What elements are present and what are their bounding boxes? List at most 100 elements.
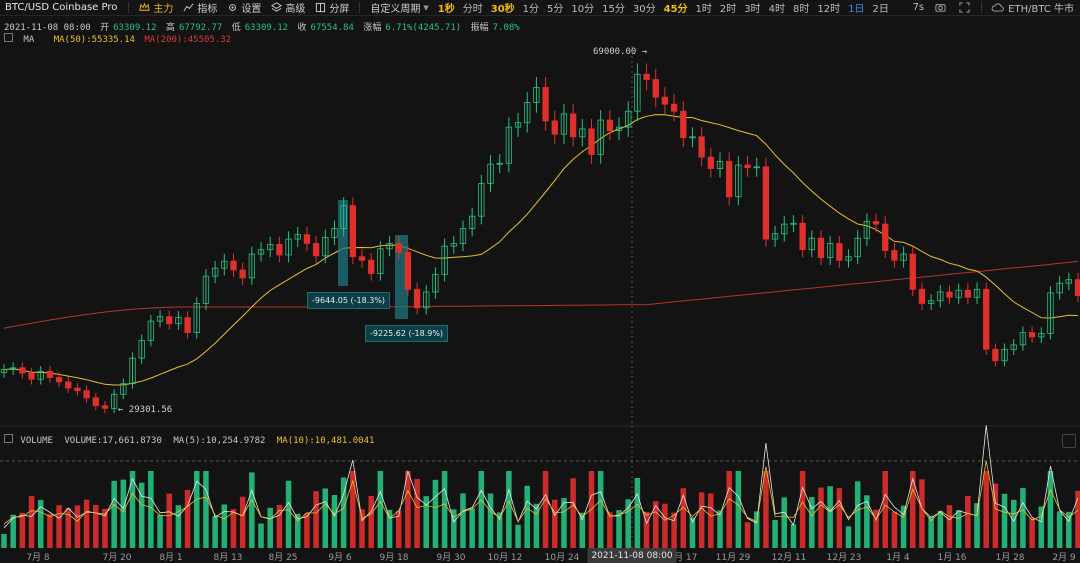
interval-12[interactable]: 4时 (765, 0, 789, 15)
interval-3[interactable]: 1分 (519, 0, 543, 15)
time-tick: 12月 23 (826, 553, 862, 563)
drop-measure-2: -9225.62 (-18.9%) (365, 325, 449, 342)
interval-9[interactable]: 1时 (692, 0, 716, 15)
interval-10[interactable]: 2时 (716, 0, 740, 15)
volume-bar (368, 495, 374, 548)
volume-bar (910, 471, 916, 548)
volume-name: VOLUME (20, 436, 53, 446)
indicators-button[interactable]: 指标 (178, 0, 222, 15)
high-price-value: 69000.00 (593, 47, 637, 57)
volume-bar (166, 493, 172, 548)
volume-bar (882, 471, 888, 548)
interval-0[interactable]: 1秒 (434, 0, 459, 15)
volume-bar (267, 507, 273, 548)
volume-bar (304, 513, 310, 548)
candle-body (28, 372, 35, 380)
volume-bar (753, 511, 760, 548)
candle-body (707, 156, 714, 169)
volume-bar (441, 471, 448, 548)
time-tick: 8月 25 (268, 553, 298, 563)
interval-5[interactable]: 10分 (567, 0, 598, 15)
time-tick: 10月 24 (544, 553, 580, 563)
symbol-selector[interactable]: BTC/USD Coinbase Pro (0, 0, 123, 15)
interval-16[interactable]: 2日 (869, 0, 893, 15)
ticker-button[interactable]: ETH/BTC 牛市 (987, 0, 1080, 15)
volume-bar (836, 488, 843, 548)
candle-body (55, 377, 63, 383)
time-tick: 1月 16 (937, 553, 967, 563)
settings-button[interactable]: 设置 (222, 0, 266, 15)
volume-bar (487, 493, 494, 548)
volume-bar (1038, 506, 1045, 548)
candle-body (1028, 332, 1036, 338)
low-price-value: 29301.56 (128, 405, 173, 415)
time-tick: 2月 9 (1052, 553, 1076, 563)
time-tick: 9月 30 (436, 553, 466, 563)
interval-8[interactable]: 45分 (660, 0, 692, 15)
volume-ma5: MA(5):10,254.9782 (173, 436, 266, 446)
volume-bar (937, 510, 944, 548)
volume-bar (1, 534, 7, 548)
refresh-interval[interactable]: 7s (909, 0, 929, 15)
drop-measure-2-value: -9225.62 (-18.9%) (370, 329, 444, 338)
interval-15[interactable]: 1日 (844, 0, 868, 15)
time-tick: 7月 8 (26, 553, 50, 563)
chevron-down-icon: ▼ (423, 3, 429, 12)
volume-bar (607, 512, 613, 548)
indicator-icon (183, 3, 194, 12)
volume-bar (478, 471, 485, 548)
candle-body (946, 291, 953, 298)
camera-icon[interactable] (932, 0, 948, 15)
volume-bar (698, 492, 705, 548)
candle-body (395, 243, 402, 253)
main-force-button[interactable]: 主力 (134, 0, 178, 15)
ma50-line (3, 114, 1079, 386)
volume-bar (285, 480, 292, 548)
toggle-icon[interactable] (4, 434, 13, 443)
candle-body (74, 387, 81, 392)
interval-13[interactable]: 8时 (789, 0, 813, 15)
interval-6[interactable]: 15分 (598, 0, 629, 15)
candle-body (349, 205, 356, 258)
crown-icon (139, 2, 151, 11)
fullscreen-icon[interactable] (956, 0, 972, 15)
candle-body (92, 397, 99, 407)
volume-bar (93, 504, 99, 548)
high-price-note: 69000.00 → (593, 47, 648, 57)
volume-legend: VOLUME VOLUME:17,661.8730 MA(5):10,254.9… (4, 434, 380, 446)
volume-bar (157, 514, 163, 548)
low-price-note: ← 29301.56 (118, 405, 173, 415)
volume-bar (552, 499, 558, 548)
interval-11[interactable]: 3时 (740, 0, 764, 15)
cloud-icon (991, 3, 1004, 12)
candle-body (101, 405, 109, 409)
candle-body (404, 251, 412, 290)
volume-bar (1056, 511, 1063, 548)
price-chart[interactable] (0, 16, 1080, 548)
time-tick: 7月 20 (102, 553, 132, 563)
interval-14[interactable]: 12时 (813, 0, 844, 15)
settings-label: 设置 (241, 4, 262, 15)
split-screen-button[interactable]: 分屏 (310, 0, 354, 15)
volume-bar (781, 497, 788, 548)
pane-collapse-button[interactable] (1062, 434, 1076, 448)
symbol-label: BTC/USD Coinbase Pro (5, 2, 118, 13)
candle-body (65, 381, 72, 389)
advanced-button[interactable]: 高级 (266, 0, 310, 15)
candle-body (909, 253, 916, 290)
volume-bar (148, 471, 154, 548)
candle-body (312, 243, 320, 257)
candle-body (19, 367, 26, 374)
time-tick: 8月 1 (159, 553, 183, 563)
candle-body (744, 164, 751, 169)
interval-1[interactable]: 分时 (459, 0, 487, 15)
interval-2[interactable]: 30秒 (487, 0, 519, 15)
volume-bar (854, 481, 861, 548)
volume-bar (506, 471, 512, 548)
volume-ma10: MA(10):10,481.0041 (276, 436, 375, 446)
main-force-label: 主力 (153, 4, 174, 15)
interval-7[interactable]: 30分 (629, 0, 660, 15)
volume-bar (845, 526, 852, 548)
custom-period-button[interactable]: 自定义周期 ▼ (365, 0, 433, 16)
interval-4[interactable]: 5分 (543, 0, 567, 15)
